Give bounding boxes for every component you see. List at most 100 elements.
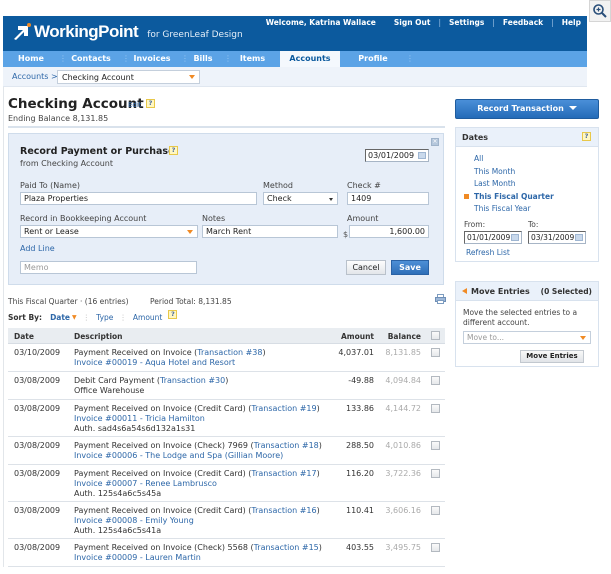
divider: ⋮ <box>119 313 127 322</box>
notes-input[interactable]: March Rent <box>202 225 338 238</box>
transaction-link[interactable]: Transaction #38 <box>197 348 262 357</box>
invoice-link[interactable]: Invoice #00007 - Renee Lambrusco <box>74 479 217 488</box>
transaction-link[interactable]: Transaction #15 <box>254 543 319 552</box>
row-checkbox[interactable] <box>431 506 440 515</box>
tab-home[interactable]: Home <box>3 51 59 67</box>
bookkeeping-account-select[interactable]: Rent or Lease <box>20 225 198 238</box>
move-to-select[interactable]: Move to... <box>463 331 591 344</box>
tab-invoices[interactable]: Invoices <box>123 51 181 67</box>
close-icon[interactable]: × <box>431 138 439 146</box>
date-option-this-fiscal-quarter[interactable]: This Fiscal Quarter <box>474 192 554 201</box>
paid-to-input[interactable]: Plaza Properties <box>20 192 257 205</box>
row-desc-end: ) <box>318 543 322 552</box>
sort-date-link[interactable]: Date <box>50 313 70 322</box>
transaction-link[interactable]: Transaction #16 <box>251 506 316 515</box>
move-entries-button[interactable]: Move Entries <box>520 350 584 363</box>
row-checkbox[interactable] <box>431 441 440 450</box>
zoom-magnifier-button[interactable] <box>589 0 611 22</box>
method-select[interactable]: Check <box>263 192 338 205</box>
cancel-button[interactable]: Cancel <box>346 260 386 275</box>
settings-link[interactable]: Settings <box>449 18 484 27</box>
date-range-options: All This Month Last Month This Fiscal Qu… <box>464 153 554 216</box>
row-checkbox[interactable] <box>431 376 440 385</box>
dropdown-triangle-icon <box>568 106 577 110</box>
table-row: 03/08/2009 Payment Received on Invoice (C… <box>8 539 445 567</box>
move-entries-header: Move Entries (0 Selected) <box>456 282 598 301</box>
sort-type-link[interactable]: Type <box>96 313 113 322</box>
invoice-link[interactable]: Invoice #00008 - Emily Young <box>74 516 194 525</box>
transaction-link[interactable]: Transaction #19 <box>251 404 316 413</box>
invoice-link[interactable]: Invoice #00009 - Lauren Martin <box>74 553 201 562</box>
row-desc-text: Debit Card Payment ( <box>74 376 161 385</box>
transaction-link[interactable]: Transaction #17 <box>251 469 316 478</box>
row-desc-text: Payment Received on Invoice (Credit Card… <box>74 506 252 515</box>
column-date[interactable]: Date <box>14 332 34 341</box>
invoice-link[interactable]: Invoice #00011 - Tricia Hamilton <box>74 414 205 423</box>
help-icon[interactable]: ? <box>146 99 155 108</box>
sign-out-link[interactable]: Sign Out <box>394 18 431 27</box>
calendar-icon[interactable] <box>418 152 426 159</box>
company-name: for GreenLeaf Design <box>147 30 243 40</box>
memo-input[interactable]: Memo <box>20 261 197 274</box>
tab-contacts[interactable]: Contacts <box>60 51 122 67</box>
payment-date-value: 03/01/2009 <box>368 151 415 160</box>
table-row: 03/08/2009 Payment Received on Invoice (C… <box>8 437 445 465</box>
transaction-link[interactable]: Transaction #30 <box>160 376 225 385</box>
amount-input[interactable]: 1,600.00 <box>349 225 429 238</box>
row-balance: 3,606.16 <box>385 506 421 515</box>
top-links: Welcome, Katrina Wallace Sign Out | Sett… <box>266 18 581 27</box>
refresh-list-link[interactable]: Refresh List <box>466 248 510 257</box>
date-option-all[interactable]: All <box>474 154 483 163</box>
select-all-checkbox[interactable] <box>431 331 440 340</box>
row-checkbox[interactable] <box>431 348 440 357</box>
date-option-last-month[interactable]: Last Month <box>474 179 516 188</box>
paid-to-value: Plaza Properties <box>24 194 89 203</box>
check-number-input[interactable]: 1409 <box>347 192 429 205</box>
tab-items[interactable]: Items <box>225 51 280 67</box>
help-icon[interactable]: ? <box>168 310 178 319</box>
record-transaction-button[interactable]: Record Transaction <box>455 99 599 119</box>
row-checkbox[interactable] <box>431 404 440 413</box>
content-border <box>3 87 4 567</box>
invoice-link[interactable]: Invoice #00019 - Aqua Hotel and Resort <box>74 358 235 367</box>
row-checkbox[interactable] <box>431 543 440 552</box>
print-icon[interactable] <box>435 294 446 304</box>
row-desc-text: Payment Received on Invoice (Check) 7969… <box>74 441 254 450</box>
tab-profile[interactable]: Profile <box>340 51 406 67</box>
edit-account-link[interactable]: Edit <box>128 101 142 109</box>
help-link[interactable]: Help <box>562 18 581 27</box>
calendar-icon[interactable] <box>575 234 583 241</box>
help-icon[interactable]: ? <box>169 146 178 155</box>
account-select[interactable]: Checking Account <box>57 70 200 84</box>
row-description: Payment Received on Invoice (Credit Card… <box>74 506 320 536</box>
auth-code: Auth. sad4s6a54s6d132a1s31 <box>74 424 196 433</box>
save-button[interactable]: Save <box>391 260 429 275</box>
row-desc-text: Payment Received on Invoice (Credit Card… <box>74 404 252 413</box>
sort-amount-link[interactable]: Amount <box>133 313 162 322</box>
dropdown-caret-icon <box>187 230 193 234</box>
transaction-link[interactable]: Transaction #18 <box>254 441 319 450</box>
row-amount: -49.88 <box>348 376 374 385</box>
logo[interactable]: WorkingPoint for GreenLeaf Design <box>12 23 243 41</box>
dates-panel: Dates ? All This Month Last Month This F… <box>455 127 599 262</box>
sort-bar: Sort By: Date ▼ ⋮ Type ⋮ Amount ? <box>8 310 178 322</box>
help-icon[interactable]: ? <box>582 132 591 141</box>
date-option-this-fiscal-year[interactable]: This Fiscal Year <box>474 204 531 213</box>
to-date-input[interactable]: 03/31/2009 <box>528 231 586 244</box>
payment-date-input[interactable]: 03/01/2009 <box>365 149 429 162</box>
breadcrumb-accounts-link[interactable]: Accounts > <box>12 72 58 81</box>
calendar-icon[interactable] <box>511 234 519 241</box>
invoice-link[interactable]: Invoice #00006 - The Lodge and Spa (Gill… <box>74 451 283 460</box>
row-checkbox[interactable] <box>431 469 440 478</box>
sort-by-label: Sort By: <box>8 313 43 322</box>
row-date: 03/08/2009 <box>14 469 61 478</box>
row-balance: 3,495.75 <box>385 543 421 552</box>
method-value: Check <box>267 194 292 203</box>
tab-accounts[interactable]: Accounts <box>280 51 340 68</box>
date-option-this-month[interactable]: This Month <box>474 167 515 176</box>
feedback-link[interactable]: Feedback <box>503 18 543 27</box>
row-description: Payment Received on Invoice (Check) 7969… <box>74 441 322 461</box>
from-date-input[interactable]: 01/01/2009 <box>464 231 522 244</box>
tab-bills[interactable]: Bills <box>182 51 224 67</box>
add-line-link[interactable]: Add Line <box>20 244 55 253</box>
